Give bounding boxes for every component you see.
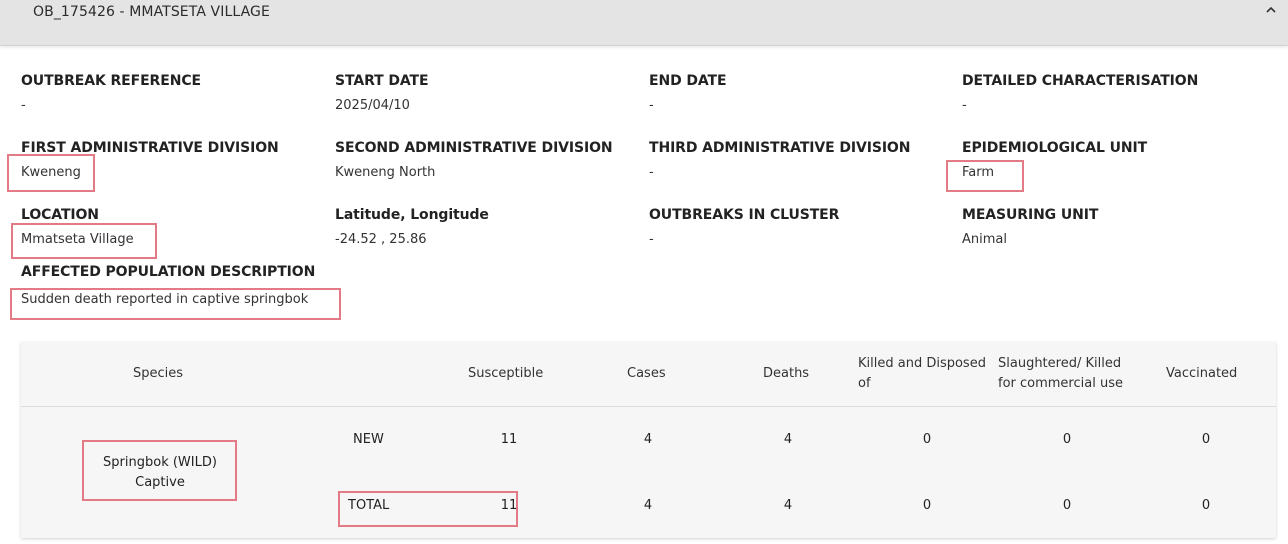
col-header-vaccinated: Vaccinated	[1166, 366, 1238, 381]
first-admin-division-field: FIRST ADMINISTRATIVE DIVISION Kweneng	[21, 140, 279, 180]
col-header-cases: Cases	[627, 366, 666, 381]
location-field: LOCATION Mmatseta Village	[21, 207, 134, 247]
lat-long-value: -24.52 , 25.86	[335, 232, 427, 247]
col-header-killed: Killed and Disposed of	[858, 356, 986, 391]
detailed-characterisation-label: DETAILED CHARACTERISATION	[962, 73, 1199, 89]
second-admin-division-label: SECOND ADMINISTRATIVE DIVISION	[335, 140, 613, 156]
cell-cases: 4	[643, 432, 653, 447]
epidemiological-unit-field: EPIDEMIOLOGICAL UNIT Farm	[962, 140, 1147, 180]
affected-population-label: AFFECTED POPULATION DESCRIPTION	[21, 264, 316, 280]
third-admin-division-value: -	[649, 165, 654, 180]
measuring-unit-field: MEASURING UNIT Animal	[962, 207, 1098, 247]
cell-susceptible: 11	[500, 432, 518, 447]
cell-slaughtered: 0	[1062, 432, 1072, 447]
header-divider	[21, 406, 1276, 407]
measuring-unit-value: Animal	[962, 232, 1007, 247]
location-value: Mmatseta Village	[21, 232, 134, 247]
section-header[interactable]: OB_175426 - MMATSETA VILLAGE	[0, 0, 1288, 46]
quantitative-data-table: Species Susceptible Cases Deaths Killed …	[21, 342, 1276, 538]
col-header-species: Species	[133, 366, 184, 381]
outbreak-reference-label: OUTBREAK REFERENCE	[21, 73, 201, 89]
end-date-value: -	[649, 98, 654, 113]
outbreak-reference-value: -	[21, 98, 26, 113]
col-header-deaths: Deaths	[763, 366, 810, 381]
lat-long-label: Latitude, Longitude	[335, 207, 489, 223]
detailed-characterisation-value: -	[962, 98, 967, 113]
third-admin-division-label: THIRD ADMINISTRATIVE DIVISION	[649, 140, 911, 156]
outbreaks-in-cluster-label: OUTBREAKS IN CLUSTER	[649, 207, 840, 223]
start-date-label: START DATE	[335, 73, 429, 89]
third-admin-division-field: THIRD ADMINISTRATIVE DIVISION -	[649, 140, 910, 180]
detailed-characterisation-field: DETAILED CHARACTERISATION -	[962, 73, 1198, 113]
cell-deaths: 4	[783, 498, 793, 513]
first-admin-division-label: FIRST ADMINISTRATIVE DIVISION	[21, 140, 279, 156]
cell-cases: 4	[643, 498, 653, 513]
species-qualifier: Captive	[135, 475, 185, 490]
cell-killed: 0	[922, 498, 932, 513]
location-label: LOCATION	[21, 207, 99, 223]
second-admin-division-value: Kweneng North	[335, 165, 436, 180]
row-type-total: TOTAL	[348, 498, 390, 513]
second-admin-division-field: SECOND ADMINISTRATIVE DIVISION Kweneng N…	[335, 140, 613, 180]
col-header-susceptible: Susceptible	[468, 366, 544, 381]
cell-deaths: 4	[783, 432, 793, 447]
measuring-unit-label: MEASURING UNIT	[962, 207, 1099, 223]
chevron-up-icon[interactable]	[1263, 2, 1279, 18]
col-header-slaughtered: Slaughtered/ Killed for commercial use	[998, 356, 1123, 391]
outbreak-reference-field: OUTBREAK REFERENCE -	[21, 73, 201, 113]
outbreaks-in-cluster-field: OUTBREAKS IN CLUSTER -	[649, 207, 839, 247]
cell-vaccinated: 0	[1201, 432, 1211, 447]
species-cell: Springbok (WILD) Captive	[85, 453, 235, 493]
epidemiological-unit-label: EPIDEMIOLOGICAL UNIT	[962, 140, 1148, 156]
outbreaks-in-cluster-value: -	[649, 232, 654, 247]
end-date-field: END DATE -	[649, 73, 727, 113]
species-name: Springbok (WILD)	[103, 455, 217, 470]
section-title: OB_175426 - MMATSETA VILLAGE	[33, 4, 270, 20]
start-date-field: START DATE 2025/04/10	[335, 73, 429, 113]
affected-population-value: Sudden death reported in captive springb…	[21, 292, 309, 307]
first-admin-division-value: Kweneng	[21, 165, 81, 180]
start-date-value: 2025/04/10	[335, 98, 410, 113]
lat-long-field: Latitude, Longitude -24.52 , 25.86	[335, 207, 489, 247]
end-date-label: END DATE	[649, 73, 727, 89]
affected-population-field: AFFECTED POPULATION DESCRIPTION Sudden d…	[21, 264, 315, 307]
cell-susceptible: 11	[500, 498, 518, 513]
epidemiological-unit-value: Farm	[962, 165, 995, 180]
row-type-new: NEW	[353, 432, 384, 447]
cell-slaughtered: 0	[1062, 498, 1072, 513]
cell-killed: 0	[922, 432, 932, 447]
cell-vaccinated: 0	[1201, 498, 1211, 513]
